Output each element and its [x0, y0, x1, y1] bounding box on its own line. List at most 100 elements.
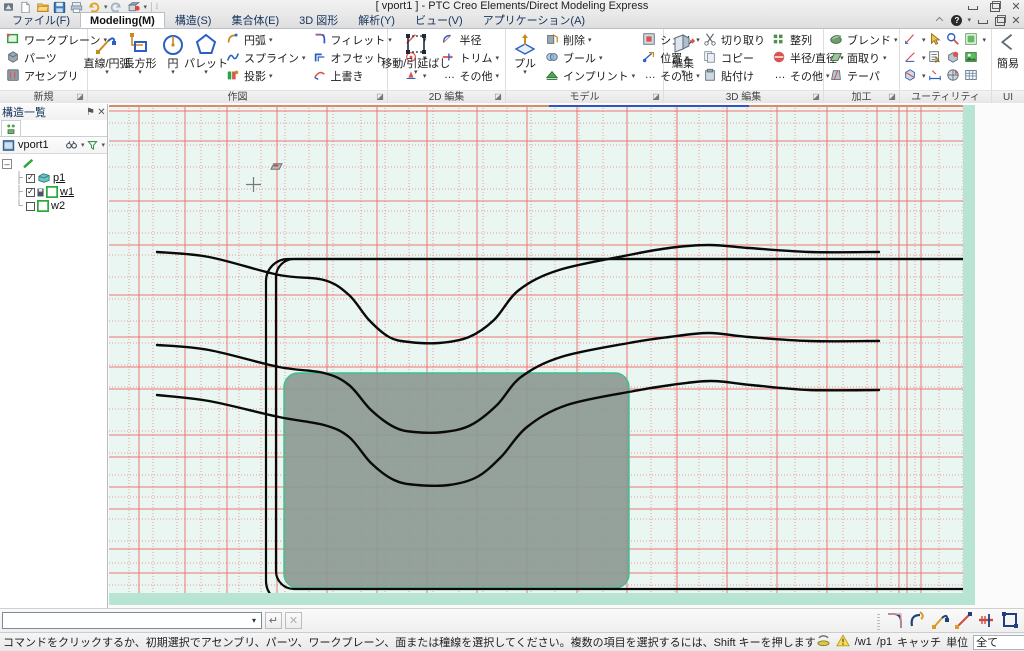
list-item[interactable]: ├ ✓ w1 — [2, 185, 107, 199]
tree-checkbox-w2[interactable] — [26, 201, 35, 211]
ribbon-item-rectangle[interactable]: 長方形 ▾ — [124, 31, 157, 77]
restore-button[interactable] — [988, 1, 1001, 12]
chevron-down-icon[interactable]: ▾ — [681, 69, 685, 76]
chevron-down-icon[interactable]: ▾ — [414, 69, 418, 76]
ribbon-item-edit-3d[interactable]: 編集 ▾ — [667, 31, 699, 77]
tab-application[interactable]: アプ゚リケーション(A) — [473, 12, 595, 28]
ribbon-item-trim[interactable]: トリム ▾ — [438, 49, 502, 67]
dialog-launcher-icon[interactable]: ◪ — [652, 93, 660, 101]
chevron-down-icon[interactable]: ▾ — [983, 36, 987, 44]
minimize-ribbon-icon[interactable] — [934, 14, 946, 26]
ribbon-item-part[interactable]: パーツ — [3, 49, 60, 67]
chevron-down-icon[interactable]: ▾ — [105, 69, 109, 76]
ribbon-item-line-arc[interactable]: 直線/円弧 ▾ — [83, 31, 131, 77]
viewport-row[interactable]: vport1 ▾ ▾ — [0, 137, 107, 154]
command-enter-button[interactable]: ↵ — [265, 612, 282, 629]
minimize-button[interactable] — [966, 1, 978, 12]
dialog-launcher-icon[interactable]: ◪ — [888, 93, 896, 101]
ribbon-item-projection[interactable]: 投影 ▾ — [223, 67, 309, 85]
util-table[interactable] — [963, 67, 981, 85]
ribbon-item-chamfer[interactable]: 面取り ▾ — [826, 49, 901, 67]
doc-close-button[interactable]: ✕ — [1010, 15, 1022, 27]
ribbon-item-taper[interactable]: テーパ — [826, 67, 901, 85]
ribbon-item-circle[interactable]: 円 ▾ — [157, 31, 189, 77]
ribbon-item-paste[interactable]: 貼付け — [700, 67, 768, 85]
util-select-arrow[interactable] — [927, 31, 945, 49]
tree-expand-toggle[interactable]: – — [2, 159, 12, 169]
warning-icon[interactable] — [835, 634, 850, 650]
chevron-down-icon[interactable]: ▾ — [269, 72, 273, 80]
chevron-down-icon[interactable]: ▾ — [922, 72, 926, 80]
structure-browser-tab[interactable] — [1, 120, 21, 136]
binoculars-icon[interactable] — [65, 139, 78, 151]
chevron-down-icon[interactable]: ▾ — [269, 36, 273, 44]
tab-structure[interactable]: 構造(S) — [165, 12, 222, 28]
chevron-down-icon[interactable]: ▾ — [922, 36, 926, 44]
ribbon-item-move-extend[interactable]: 移動/引延ばし ▾ — [381, 31, 450, 77]
dialog-launcher-icon[interactable]: ◪ — [76, 93, 84, 101]
close-button[interactable]: ✕ — [1010, 1, 1022, 13]
command-cancel-button[interactable]: ✕ — [285, 612, 302, 629]
command-dropdown-icon[interactable]: ▾ — [247, 616, 261, 625]
ribbon-item-2d-more[interactable]: … その他 ▾ — [438, 67, 502, 85]
dialog-launcher-icon[interactable]: ◪ — [376, 93, 384, 101]
chevron-down-icon[interactable]: ▾ — [588, 36, 592, 44]
help-icon[interactable]: ? — [951, 14, 963, 26]
ribbon-item-imprint[interactable]: インプリント ▾ — [542, 67, 638, 85]
ribbon-item-simple-ui[interactable]: 簡易 — [992, 31, 1024, 71]
chevron-down-icon[interactable]: ▾ — [171, 69, 175, 76]
trim-tool-icon[interactable] — [977, 611, 997, 633]
util-measure-line[interactable]: ▾ — [902, 31, 927, 49]
tab-view[interactable]: ビュー(V) — [405, 12, 473, 28]
status-catch-label[interactable]: キャッチ — [897, 634, 941, 650]
dialog-launcher-icon[interactable]: ◪ — [494, 93, 502, 101]
ribbon-item-boolean[interactable]: ブール ▾ — [542, 49, 638, 67]
chevron-down-icon[interactable]: ▾ — [495, 54, 499, 62]
util-list-select[interactable] — [927, 49, 945, 67]
find-dropdown-icon[interactable]: ▾ — [81, 141, 85, 149]
rectangle-tool-icon[interactable] — [1000, 611, 1020, 633]
util-dimension[interactable] — [927, 67, 945, 85]
tab-file[interactable]: ファイル(F) — [2, 12, 80, 28]
pin-icon[interactable]: ⚑ — [85, 107, 96, 118]
chevron-down-icon[interactable]: ▾ — [302, 54, 306, 62]
list-item[interactable]: └ w2 — [2, 199, 107, 213]
selection-filter-select[interactable]: 全て ▾ — [973, 634, 1024, 650]
ribbon-item-fillet[interactable]: フィレット ▾ — [310, 31, 395, 49]
tree-checkbox-w1[interactable]: ✓ — [26, 187, 35, 197]
chevron-down-icon[interactable]: ▾ — [894, 36, 898, 44]
util-measure-volume[interactable]: ▾ — [902, 67, 927, 85]
dialog-launcher-icon[interactable]: ◪ — [812, 93, 820, 101]
tab-assembly[interactable]: 集合体(E) — [221, 12, 289, 28]
util-face-color[interactable]: ▾ — [963, 31, 988, 49]
close-icon[interactable]: ✕ — [96, 107, 107, 118]
filter-dropdown-icon[interactable]: ▾ — [101, 141, 105, 149]
chevron-down-icon[interactable]: ▾ — [922, 54, 926, 62]
list-item[interactable]: ├ ✓ p1 — [2, 171, 107, 185]
chevron-down-icon[interactable]: ▾ — [204, 69, 208, 76]
chevron-down-icon[interactable]: ▾ — [883, 54, 887, 62]
line-arc-tool-icon[interactable] — [931, 611, 951, 633]
command-input-wrapper[interactable]: ▾ — [2, 612, 262, 629]
ribbon-item-pull[interactable]: プル ▾ — [509, 31, 541, 77]
doc-minimize-button[interactable] — [976, 15, 988, 26]
util-analyze[interactable] — [945, 31, 963, 49]
doc-restore-button[interactable] — [993, 14, 1006, 26]
ribbon-item-cut[interactable]: 切り取り — [700, 31, 768, 49]
tab-modeling[interactable]: Modeling(M) — [80, 12, 165, 28]
ribbon-item-delete[interactable]: 削除 ▾ — [542, 31, 638, 49]
arc-tool-icon[interactable] — [908, 611, 928, 633]
chevron-down-icon[interactable]: ▾ — [632, 72, 636, 80]
ribbon-item-spline[interactable]: スプライン ▾ — [223, 49, 309, 67]
util-image-capture[interactable] — [963, 49, 981, 67]
line-tool-icon[interactable] — [954, 611, 974, 633]
tab-3d-graphics[interactable]: 3D 図形 — [289, 12, 348, 28]
util-view-tool[interactable] — [945, 67, 963, 85]
filter-icon[interactable] — [87, 139, 99, 151]
viewport-vport1[interactable] — [109, 105, 975, 605]
chevron-down-icon[interactable]: ▾ — [523, 69, 527, 76]
command-input[interactable] — [3, 613, 247, 628]
chevron-down-icon[interactable]: ▾ — [599, 54, 603, 62]
util-measure-angle[interactable]: ▾ — [902, 49, 927, 67]
tree-checkbox-p1[interactable]: ✓ — [26, 173, 35, 183]
